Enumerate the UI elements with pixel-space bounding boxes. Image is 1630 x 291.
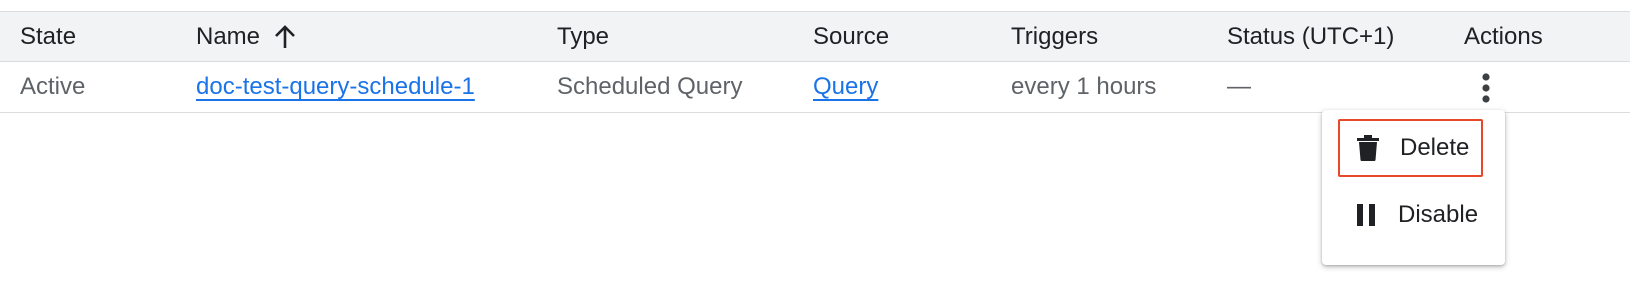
- source-query-link[interactable]: Query: [813, 73, 878, 101]
- column-header-triggers-label: Triggers: [1011, 22, 1099, 50]
- column-header-source-label: Source: [813, 22, 890, 50]
- menu-item-delete[interactable]: Delete: [1338, 119, 1483, 177]
- cell-status: —: [1227, 62, 1251, 112]
- column-header-name-label: Name: [196, 22, 261, 50]
- menu-item-disable[interactable]: Disable: [1338, 186, 1483, 244]
- scheduled-queries-page: State Name Type Source Triggers Status (…: [0, 0, 1630, 291]
- column-header-state[interactable]: State: [20, 12, 76, 61]
- cell-state: Active: [20, 62, 85, 112]
- column-header-actions: Actions: [1464, 12, 1543, 61]
- more-vert-icon: [1482, 73, 1490, 103]
- menu-item-disable-label: Disable: [1398, 201, 1479, 228]
- table-row: Active doc-test-query-schedule-1 Schedul…: [0, 62, 1630, 113]
- state-value: Active: [20, 73, 86, 100]
- actions-menu: Delete Disable: [1322, 110, 1505, 265]
- cell-triggers: every 1 hours: [1011, 62, 1156, 112]
- column-header-type-label: Type: [557, 22, 610, 50]
- schedule-name-link[interactable]: doc-test-query-schedule-1: [196, 73, 475, 101]
- column-header-status-label: Status (UTC+1): [1227, 22, 1395, 50]
- status-value: —: [1227, 73, 1251, 100]
- cell-source: Query: [813, 62, 878, 112]
- column-header-triggers[interactable]: Triggers: [1011, 12, 1098, 61]
- column-header-status[interactable]: Status (UTC+1): [1227, 12, 1394, 61]
- column-header-state-label: State: [20, 22, 77, 50]
- cell-type: Scheduled Query: [557, 62, 742, 112]
- cell-name: doc-test-query-schedule-1: [196, 62, 475, 112]
- pause-icon: [1354, 201, 1378, 229]
- more-actions-button[interactable]: [1472, 71, 1500, 105]
- trash-icon: [1356, 134, 1380, 162]
- menu-item-delete-label: Delete: [1400, 134, 1470, 161]
- sort-ascending-icon[interactable]: [274, 24, 296, 49]
- type-value: Scheduled Query: [557, 73, 743, 100]
- column-header-source[interactable]: Source: [813, 12, 889, 61]
- column-header-type[interactable]: Type: [557, 12, 609, 61]
- triggers-value: every 1 hours: [1011, 73, 1157, 100]
- column-header-name[interactable]: Name: [196, 12, 296, 61]
- column-header-actions-label: Actions: [1464, 22, 1543, 50]
- table-header: State Name Type Source Triggers Status (…: [0, 11, 1630, 62]
